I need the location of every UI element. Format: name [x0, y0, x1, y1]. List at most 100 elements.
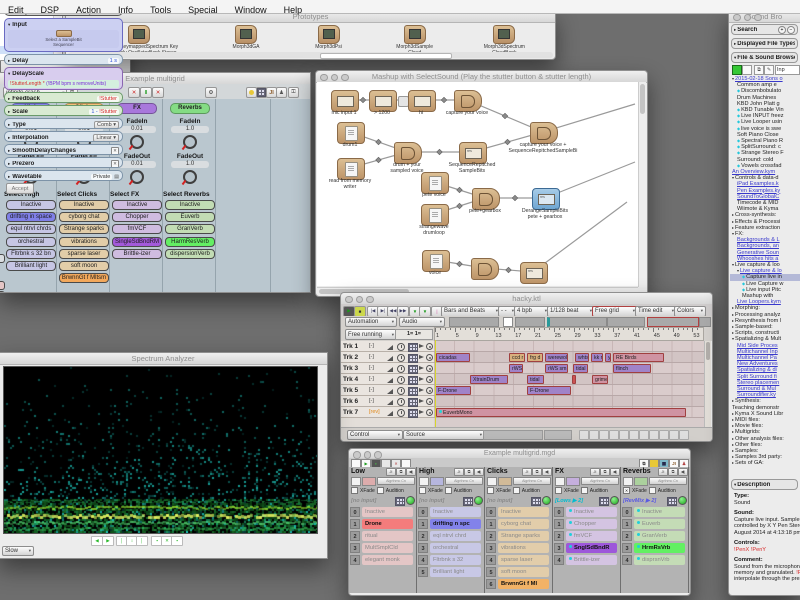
clock-icon[interactable]	[397, 376, 405, 384]
grid-sound-item[interactable]: Fltrbnk s 32	[430, 555, 481, 565]
grid-sound-item[interactable]: Chopper	[566, 519, 617, 529]
track-header[interactable]: Trk 3[-]	[341, 363, 434, 374]
sound-item[interactable]: Brilliant light	[6, 261, 56, 271]
play-button[interactable]	[732, 65, 742, 75]
grid-icon[interactable]	[408, 343, 418, 352]
speaker-icon[interactable]	[419, 410, 424, 414]
flow-node-drum1[interactable]	[337, 122, 365, 144]
timeline-clip[interactable]: whts	[575, 353, 589, 362]
grid-sound-item[interactable]: vibrations	[498, 543, 549, 553]
record-icon[interactable]	[426, 343, 433, 350]
param-checkbox[interactable]: ✕	[111, 147, 119, 155]
status-led[interactable]	[542, 496, 551, 505]
color-swatch[interactable]	[430, 477, 444, 486]
grid-sound-item[interactable]: Brittle-izer	[566, 555, 617, 565]
input-routing-label[interactable]: [no input]	[351, 498, 376, 504]
mini-button[interactable]	[659, 430, 669, 440]
file-sound-browser-section[interactable]: ▾ File & Sound Browser	[731, 52, 798, 63]
category-pill[interactable]: Reverbs	[170, 103, 210, 114]
timeline-clip[interactable]: ccd r	[509, 353, 525, 362]
mini-button[interactable]	[599, 430, 609, 440]
expand-arrow[interactable]: ▸	[8, 148, 10, 154]
sound-item[interactable]: Inactive	[112, 200, 162, 210]
color-swatch[interactable]	[634, 477, 648, 486]
input-drop-area[interactable]: Select a SampleBit Sequencer	[8, 30, 119, 48]
fade-icon[interactable]	[387, 389, 393, 394]
color-swatch[interactable]	[566, 477, 580, 486]
track-header[interactable]: Trk 1[-]	[341, 341, 434, 352]
pause-button[interactable]: ‖	[140, 87, 152, 98]
grid-sound-item[interactable]: Strange sparks	[498, 531, 549, 541]
flow-node-strange[interactable]	[421, 204, 449, 226]
speaker-icon[interactable]	[419, 366, 424, 370]
value-block[interactable]	[547, 317, 607, 327]
grid-icon[interactable]	[531, 497, 541, 506]
sound-item[interactable]: vibrations	[59, 237, 109, 247]
speaker-icon[interactable]	[419, 399, 424, 403]
file-types-section[interactable]: ▸ Displayed File Types	[731, 38, 798, 49]
run-mode-dropdown[interactable]: Free running▾	[345, 329, 397, 340]
param-value[interactable]: 1 s	[108, 58, 119, 64]
track-lane[interactable]: rWSrWS smtidalflinch	[434, 363, 704, 374]
copy-button[interactable]: ⧉	[532, 468, 542, 476]
grid-icon[interactable]	[408, 409, 418, 418]
add-button[interactable]: +	[778, 26, 786, 34]
audition-checkbox[interactable]	[445, 487, 452, 494]
sound-item[interactable]: Inactive	[6, 200, 56, 210]
expand-arrow[interactable]: ▸	[8, 96, 10, 102]
expand-arrow[interactable]: ▸	[732, 460, 734, 466]
grid-sound-item[interactable]: Inactive	[362, 507, 413, 517]
sound-item[interactable]: sparse laser	[59, 249, 109, 259]
flow-node-voice[interactable]	[422, 250, 450, 272]
value-block[interactable]	[699, 317, 711, 327]
record-icon[interactable]	[426, 398, 433, 405]
accept-button[interactable]: Accept	[6, 183, 34, 194]
track-lane[interactable]	[434, 396, 704, 407]
param-header[interactable]: ▸WavetablePrivate▤	[5, 171, 122, 181]
copy-button[interactable]: ⧉	[600, 468, 610, 476]
ji-button[interactable]: JI	[658, 468, 668, 476]
track-lane[interactable]: EuverbMono	[434, 407, 704, 418]
copy-button[interactable]: ⧉	[396, 468, 406, 476]
ji-button[interactable]: JI	[522, 468, 532, 476]
value-block[interactable]	[515, 317, 545, 327]
track-header[interactable]: Trk 6[-]	[341, 396, 434, 407]
sound-item[interactable]: Brittle-izer	[112, 249, 162, 259]
menu-edit[interactable]: Edit	[0, 4, 33, 17]
grid-sound-item[interactable]: HrmRsVrb	[634, 543, 685, 553]
timeline-ruler[interactable]: 1591317212529333741454953	[434, 327, 704, 341]
mini-button[interactable]	[669, 430, 679, 440]
fade-icon[interactable]	[387, 411, 393, 416]
speaker-button[interactable]: ◀)	[678, 468, 688, 476]
value-field[interactable]	[544, 430, 572, 440]
menu-help[interactable]: Help	[276, 4, 312, 17]
grid-icon[interactable]	[408, 387, 418, 396]
speaker-button[interactable]: ◀)	[406, 468, 416, 476]
fadeout-value[interactable]: 1.0	[171, 161, 209, 168]
collapse-arrow[interactable]: ▾	[734, 55, 736, 61]
track-mode-toggle[interactable]: [rev]	[369, 409, 380, 415]
timeline-dropdown-3[interactable]: 4 bpb▾	[514, 306, 550, 317]
algorithm-button[interactable]: Algrthmc Cn	[649, 477, 687, 485]
menu-window[interactable]: Window	[227, 4, 276, 17]
fadeout-value[interactable]: 0.01	[118, 161, 156, 168]
flow-node-conn1[interactable]	[398, 96, 409, 107]
color-swatch[interactable]	[362, 477, 376, 486]
timeline-clip[interactable]: F-Drone	[527, 386, 571, 395]
timeline-dropdown-6[interactable]: Time edit▾	[635, 306, 677, 317]
fade-icon[interactable]	[387, 345, 393, 350]
track-header[interactable]: Trk 7[rev]	[341, 407, 434, 418]
timeline-clip[interactable]: y	[605, 353, 611, 362]
fade-icon[interactable]	[387, 400, 393, 405]
track-mode-toggle[interactable]: [-]	[369, 343, 374, 349]
flow-node-petegear[interactable]	[472, 188, 500, 210]
timeline-dropdown-7[interactable]: Colors▾	[674, 306, 706, 317]
expand-arrow[interactable]: ▸	[8, 122, 10, 128]
track-mode-toggle[interactable]: [-]	[369, 398, 374, 404]
value-field[interactable]	[483, 430, 543, 440]
timeline-clip[interactable]: rWS sm	[545, 364, 568, 373]
param-header[interactable]: ▸SmoothDelayChanges✕	[5, 145, 122, 155]
flow-node-hi[interactable]	[408, 90, 436, 112]
input-routing-label[interactable]: [Lows ▶ 2]	[555, 498, 583, 504]
prototype-item[interactable]: Morph3dGA	[207, 24, 286, 51]
